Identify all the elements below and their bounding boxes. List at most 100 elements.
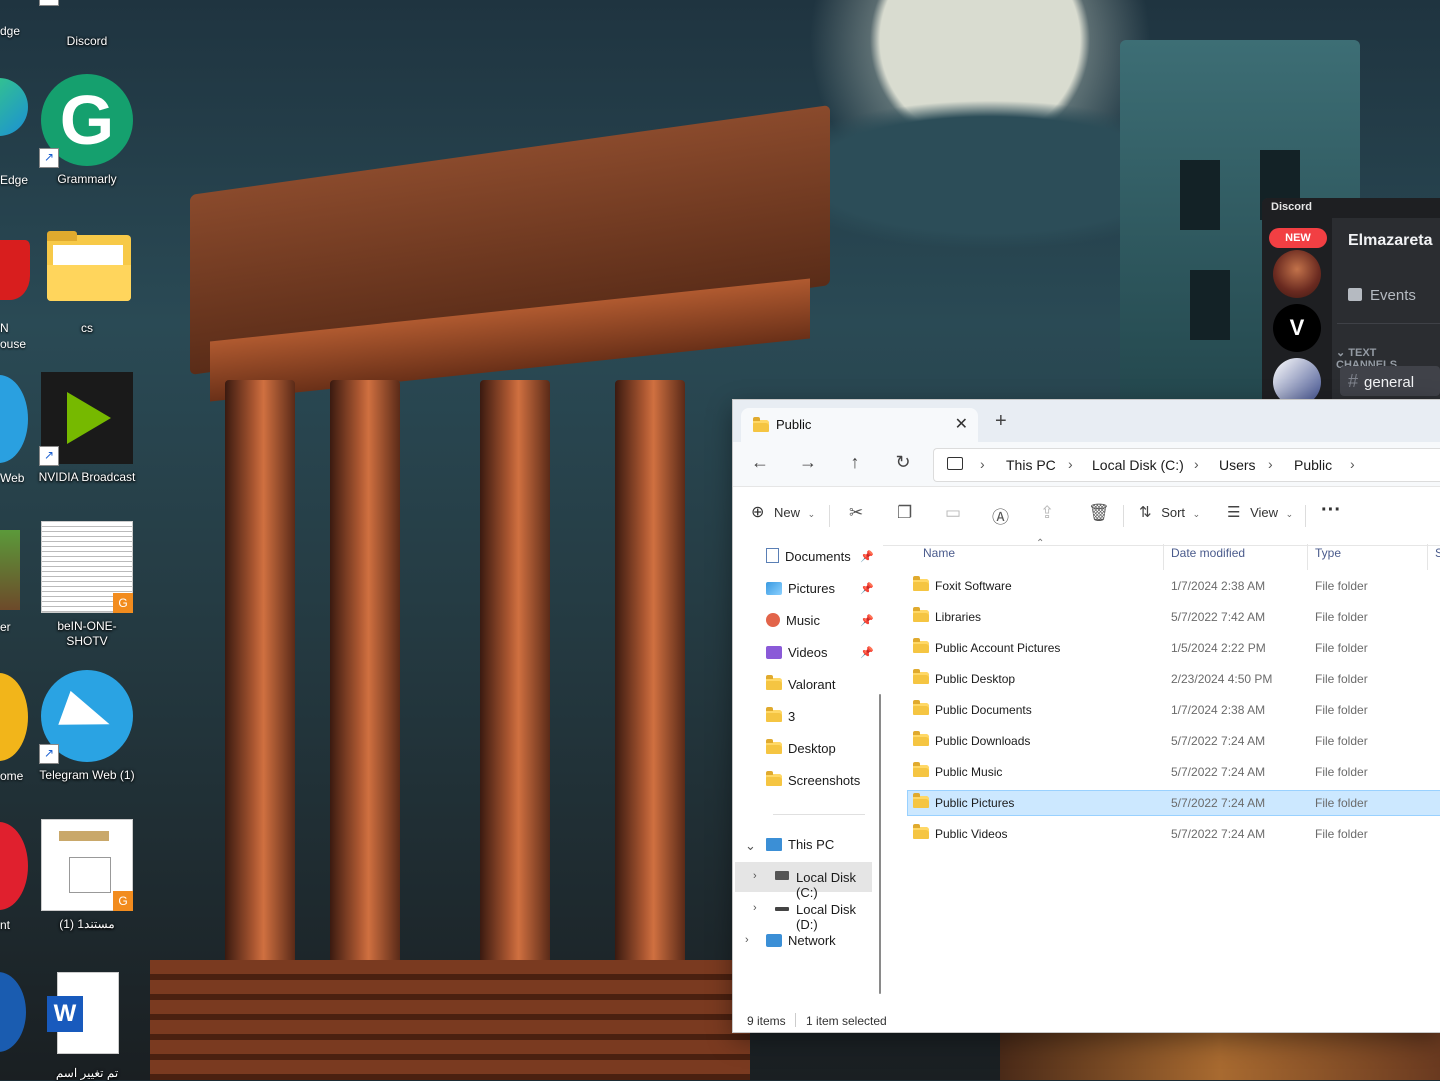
file-name: Public Pictures: [935, 796, 1015, 810]
sort-button[interactable]: ⇅ Sort ⌄: [1139, 503, 1200, 521]
back-icon[interactable]: ←: [747, 452, 773, 473]
file-row[interactable]: Public Account Pictures 1/5/2024 2:22 PM…: [907, 635, 1440, 661]
scrollbar[interactable]: [879, 694, 881, 994]
chevron-down-icon[interactable]: ⌄: [745, 838, 756, 854]
new-tab-icon[interactable]: +: [995, 410, 1007, 433]
copy-icon[interactable]: ❐: [897, 503, 912, 523]
chevron-right-icon[interactable]: ›: [1194, 456, 1199, 472]
pin-icon[interactable]: 📌: [860, 640, 874, 666]
column-divider[interactable]: [1307, 544, 1308, 570]
partial-icon-label[interactable]: Edge: [0, 173, 28, 187]
pin-icon[interactable]: 📌: [860, 608, 874, 634]
file-row[interactable]: Public Music 5/7/2022 7:24 AM File folde…: [907, 759, 1440, 785]
nav-item-screenshots[interactable]: Screenshots: [766, 768, 874, 794]
nav-item-3[interactable]: 3: [766, 704, 874, 730]
app-icon[interactable]: [0, 240, 30, 300]
column-divider[interactable]: [1427, 544, 1428, 570]
desktop-icon-grammarly[interactable]: G ↗ Grammarly: [37, 72, 137, 187]
file-type: File folder: [1315, 610, 1368, 624]
tab-public[interactable]: Public ✕: [741, 408, 978, 442]
nav-item-documents[interactable]: Documents 📌: [766, 544, 874, 570]
new-button[interactable]: ⊕ New ⌄: [751, 502, 815, 530]
view-button[interactable]: ☰ View ⌄: [1227, 503, 1293, 521]
nav-item-desktop[interactable]: Desktop: [766, 736, 874, 762]
pin-icon[interactable]: 📌: [860, 576, 874, 602]
partial-icon-label[interactable]: nt: [0, 918, 10, 932]
paste-icon[interactable]: ▭: [945, 503, 961, 523]
nav-item-network[interactable]: Network: [766, 928, 874, 954]
server-avatar-icon[interactable]: [1273, 250, 1321, 298]
breadcrumb-users[interactable]: Users: [1219, 457, 1256, 473]
desktop-icon-telegram-web[interactable]: ↗ Telegram Web (1): [37, 668, 137, 783]
file-row[interactable]: Public Downloads 5/7/2022 7:24 AM File f…: [907, 728, 1440, 754]
view-icon: ☰: [1227, 504, 1241, 521]
breadcrumb-local-disk[interactable]: Local Disk (C:): [1092, 457, 1184, 473]
status-bar: 9 items 1 item selected: [733, 1008, 1440, 1032]
close-icon[interactable]: ✕: [955, 414, 968, 434]
minecraft-icon[interactable]: [0, 530, 20, 610]
rename-icon[interactable]: Ⓐ: [992, 503, 1009, 528]
file-type: File folder: [1315, 641, 1368, 655]
cut-icon[interactable]: ✂: [849, 503, 863, 523]
desktop-icon-word-document[interactable]: W تم تغيير اسم: [37, 966, 137, 1081]
partial-icon-label[interactable]: N: [0, 321, 9, 335]
nav-item-this-pc[interactable]: This PC: [766, 832, 874, 858]
file-type: File folder: [1315, 796, 1368, 810]
nav-item-music[interactable]: Music 📌: [766, 608, 874, 634]
desktop-icon-document[interactable]: G مستند1 (1): [37, 817, 137, 932]
desktop-icon-discord[interactable]: ↗ Discord: [37, 0, 137, 49]
events-item[interactable]: Events: [1348, 287, 1416, 304]
nav-item-videos[interactable]: Videos 📌: [766, 640, 874, 666]
breadcrumb-this-pc[interactable]: This PC: [1006, 457, 1056, 473]
delete-icon[interactable]: 🗑: [1088, 503, 1110, 523]
forward-icon[interactable]: →: [795, 452, 821, 473]
column-header-date[interactable]: Date modified: [1171, 546, 1245, 560]
partial-icon-label[interactable]: er: [0, 620, 11, 634]
nav-item-label: Pictures: [788, 581, 835, 596]
file-row[interactable]: Public Documents 1/7/2024 2:38 AM File f…: [907, 697, 1440, 723]
file-row[interactable]: Foxit Software 1/7/2024 2:38 AM File fol…: [907, 573, 1440, 599]
file-row[interactable]: Public Videos 5/7/2022 7:24 AM File fold…: [907, 821, 1440, 847]
chevron-right-icon[interactable]: ›: [753, 902, 757, 914]
server-avatar-icon[interactable]: [1273, 358, 1321, 402]
refresh-icon[interactable]: ↻: [890, 452, 916, 473]
file-row[interactable]: Public Desktop 2/23/2024 4:50 PM File fo…: [907, 666, 1440, 692]
share-icon[interactable]: ⇪: [1040, 503, 1054, 523]
chevron-right-icon[interactable]: ›: [1350, 456, 1355, 472]
folder-icon: [913, 669, 929, 684]
chevron-right-icon[interactable]: ›: [1068, 456, 1073, 472]
partial-icon-label[interactable]: ome: [0, 769, 23, 783]
chevron-right-icon[interactable]: ›: [980, 456, 985, 472]
partial-icon-label[interactable]: dge: [0, 24, 20, 38]
file-explorer-window[interactable]: Public ✕ + ← → ↑ ↻ › This PC › Local Dis…: [733, 400, 1440, 1032]
chevron-right-icon[interactable]: ›: [745, 934, 749, 946]
desktop-icon-nvidia-broadcast[interactable]: ↗ NVIDIA Broadcast: [37, 370, 137, 485]
column-header-name[interactable]: Name: [923, 546, 955, 560]
partial-icon-label[interactable]: ouse: [0, 337, 26, 351]
nav-item-valorant[interactable]: Valorant: [766, 672, 874, 698]
partial-icon-label[interactable]: Web: [0, 471, 24, 485]
address-bar[interactable]: › This PC › Local Disk (C:) › Users › Pu…: [933, 448, 1440, 482]
column-header-size[interactable]: S: [1435, 546, 1440, 560]
server-name[interactable]: Elmazareta: [1348, 232, 1433, 250]
discord-overlay[interactable]: Discord NEW V Elmazareta Events ⌄ TEXT C…: [1262, 198, 1440, 402]
file-row-selected[interactable]: Public Pictures 5/7/2022 7:24 AM File fo…: [907, 790, 1440, 816]
more-options-icon[interactable]: ···: [1321, 499, 1341, 522]
desktop-icon-cs[interactable]: cs: [37, 221, 137, 336]
file-row[interactable]: Libraries 5/7/2022 7:42 AM File folder: [907, 604, 1440, 630]
chevron-right-icon[interactable]: ›: [753, 870, 757, 882]
discord-title: Discord: [1262, 198, 1440, 218]
channel-general[interactable]: # general: [1340, 366, 1440, 396]
pin-icon[interactable]: 📌: [860, 544, 874, 570]
column-header-type[interactable]: Type: [1315, 546, 1341, 560]
nav-item-local-disk-c[interactable]: › Local Disk (C:): [735, 862, 872, 900]
new-badge[interactable]: NEW: [1269, 228, 1327, 248]
up-icon[interactable]: ↑: [842, 452, 868, 473]
nav-item-local-disk-d[interactable]: › Local Disk (D:): [735, 894, 872, 932]
desktop-icon-bein-one-shotv[interactable]: G beIN-ONE-SHOTV: [37, 519, 137, 649]
chevron-right-icon[interactable]: ›: [1268, 456, 1273, 472]
nav-item-pictures[interactable]: Pictures 📌: [766, 576, 874, 602]
valorant-server-icon[interactable]: V: [1273, 304, 1321, 352]
breadcrumb-public[interactable]: Public: [1294, 457, 1332, 473]
column-divider[interactable]: [1163, 544, 1164, 570]
